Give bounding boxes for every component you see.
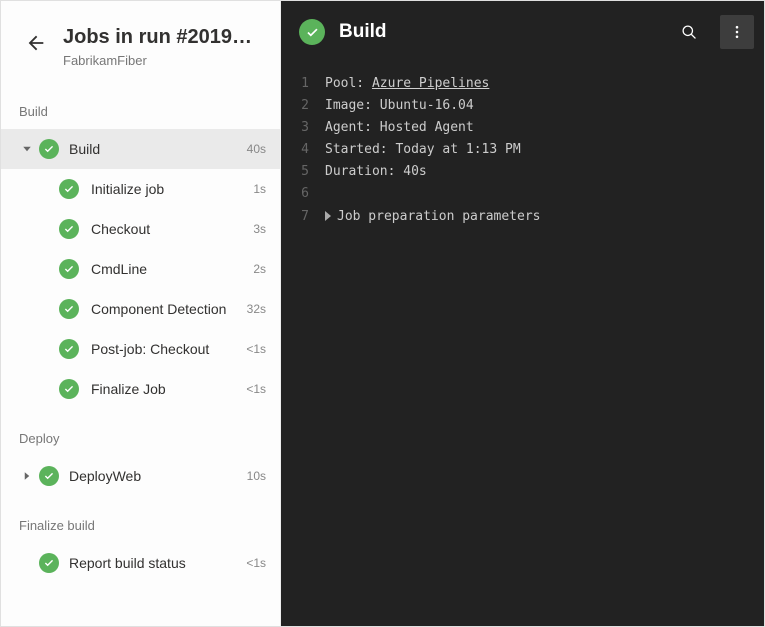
success-icon bbox=[59, 219, 79, 239]
success-icon bbox=[59, 379, 79, 399]
search-icon bbox=[681, 24, 698, 41]
job-duration: 10s bbox=[247, 469, 266, 483]
log-title: Build bbox=[339, 21, 658, 43]
log-text: Pool: Azure Pipelines bbox=[325, 73, 489, 95]
success-icon bbox=[59, 259, 79, 279]
line-number: 1 bbox=[281, 73, 325, 95]
step-duration: 3s bbox=[253, 222, 266, 236]
search-button[interactable] bbox=[672, 15, 706, 49]
log-body[interactable]: 1Pool: Azure Pipelines2Image: Ubuntu-16.… bbox=[281, 63, 764, 626]
log-text: Image: Ubuntu-16.04 bbox=[325, 95, 474, 117]
log-line: 6 bbox=[281, 183, 764, 205]
log-line: 4Started: Today at 1:13 PM bbox=[281, 139, 764, 161]
sidebar-header: Jobs in run #20191… FabrikamFiber bbox=[1, 1, 280, 82]
line-number: 3 bbox=[281, 117, 325, 139]
chevron-down-icon[interactable] bbox=[17, 143, 37, 155]
stage-label: Finalize build bbox=[1, 496, 280, 543]
log-line: 7Job preparation parameters bbox=[281, 206, 764, 228]
step-name: Finalize Job bbox=[91, 381, 238, 397]
kebab-menu-icon bbox=[729, 24, 745, 40]
more-actions-button[interactable] bbox=[720, 15, 754, 49]
job-duration: <1s bbox=[246, 556, 266, 570]
log-fold[interactable]: Job preparation parameters bbox=[325, 206, 541, 228]
success-icon bbox=[59, 179, 79, 199]
step-name: Component Detection bbox=[91, 301, 239, 317]
step-row[interactable]: Finalize Job <1s bbox=[1, 369, 280, 409]
success-icon bbox=[39, 139, 59, 159]
step-duration: <1s bbox=[246, 342, 266, 356]
log-text: Agent: Hosted Agent bbox=[325, 117, 474, 139]
log-pane: Build 1Pool: Azure Pipelines2Image: Ubun… bbox=[281, 1, 764, 626]
success-icon bbox=[59, 339, 79, 359]
stage-label: Build bbox=[1, 82, 280, 129]
step-row[interactable]: CmdLine 2s bbox=[1, 249, 280, 289]
step-name: Initialize job bbox=[91, 181, 245, 197]
back-button[interactable] bbox=[23, 30, 49, 56]
line-number: 6 bbox=[281, 183, 325, 205]
success-icon bbox=[59, 299, 79, 319]
job-name: DeployWeb bbox=[69, 468, 239, 484]
line-number: 7 bbox=[281, 206, 325, 228]
job-duration: 40s bbox=[247, 142, 266, 156]
project-name: FabrikamFiber bbox=[63, 53, 260, 68]
step-name: Checkout bbox=[91, 221, 245, 237]
log-line: 1Pool: Azure Pipelines bbox=[281, 73, 764, 95]
step-row[interactable]: Checkout 3s bbox=[1, 209, 280, 249]
step-row[interactable]: Initialize job 1s bbox=[1, 169, 280, 209]
success-icon bbox=[39, 553, 59, 573]
step-name: CmdLine bbox=[91, 261, 245, 277]
step-row[interactable]: Component Detection 32s bbox=[1, 289, 280, 329]
log-line: 5Duration: 40s bbox=[281, 161, 764, 183]
step-name: Post-job: Checkout bbox=[91, 341, 238, 357]
job-row[interactable]: Build 40s bbox=[1, 129, 280, 169]
job-row[interactable]: DeployWeb 10s bbox=[1, 456, 280, 496]
fold-triangle-icon[interactable] bbox=[325, 211, 331, 221]
job-status-success-icon bbox=[299, 19, 325, 45]
step-duration: 32s bbox=[247, 302, 266, 316]
log-text: Duration: 40s bbox=[325, 161, 427, 183]
arrow-left-icon bbox=[25, 32, 47, 54]
run-title: Jobs in run #20191… bbox=[63, 26, 260, 49]
log-line: 3Agent: Hosted Agent bbox=[281, 117, 764, 139]
log-line: 2Image: Ubuntu-16.04 bbox=[281, 95, 764, 117]
job-row[interactable]: Report build status <1s bbox=[1, 543, 280, 583]
line-number: 2 bbox=[281, 95, 325, 117]
log-header: Build bbox=[281, 1, 764, 63]
pool-link[interactable]: Azure Pipelines bbox=[372, 76, 489, 91]
step-duration: 1s bbox=[253, 182, 266, 196]
success-icon bbox=[39, 466, 59, 486]
step-duration: <1s bbox=[246, 382, 266, 396]
stages-list: BuildBuild40sInitialize job1sCheckout3sC… bbox=[1, 82, 280, 583]
log-text: Started: Today at 1:13 PM bbox=[325, 139, 521, 161]
jobs-sidebar: Jobs in run #20191… FabrikamFiber BuildB… bbox=[1, 1, 281, 626]
line-number: 5 bbox=[281, 161, 325, 183]
job-name: Report build status bbox=[69, 555, 238, 571]
chevron-right-icon[interactable] bbox=[17, 470, 37, 482]
line-number: 4 bbox=[281, 139, 325, 161]
step-duration: 2s bbox=[253, 262, 266, 276]
job-name: Build bbox=[69, 141, 239, 157]
stage-label: Deploy bbox=[1, 409, 280, 456]
step-row[interactable]: Post-job: Checkout <1s bbox=[1, 329, 280, 369]
